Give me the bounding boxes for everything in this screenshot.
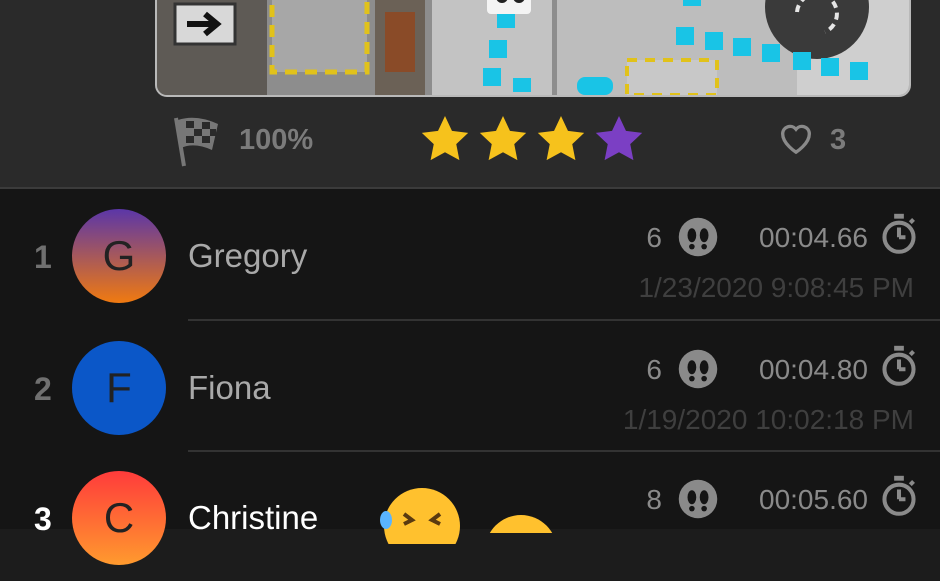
level-header: 100% 3: [0, 0, 940, 188]
avatar-initial: F: [106, 364, 132, 411]
stopwatch-icon: [882, 345, 916, 386]
stopwatch-icon: [882, 213, 916, 254]
rank-number: 3: [34, 501, 52, 537]
leaderboard-row[interactable]: 1 G Gregory 6 00:04.66 1/23/2020 9:08:45…: [0, 189, 940, 319]
record-date: 1/23/2020 9:08:45 PM: [638, 272, 914, 303]
star-icon: [479, 116, 527, 161]
footprint-icon: [678, 479, 718, 519]
completion-time: 00:04.80: [759, 354, 868, 385]
stopwatch-icon: [882, 475, 916, 516]
rank-number: 2: [34, 371, 52, 407]
rank-number: 1: [34, 239, 52, 275]
avatar[interactable]: C: [72, 471, 166, 565]
smiley-emoji-icon: [489, 515, 553, 533]
checkered-flag-icon: [174, 117, 218, 167]
laughing-emoji-icon: [380, 488, 460, 544]
record-date: 1/19/2020 10:02:18 PM: [622, 404, 914, 435]
footprint-icon: [678, 217, 718, 257]
avatar[interactable]: G: [72, 209, 166, 303]
level-stats-row: 100% 3: [0, 108, 940, 168]
completion-time: 00:05.60: [759, 484, 868, 515]
avatar-initial: G: [102, 232, 136, 279]
move-count: 8: [646, 484, 662, 515]
bonus-star-icon: [595, 116, 643, 161]
player-name: Christine: [188, 499, 319, 536]
leaderboard-row[interactable]: 3 C Christine 8 00:05.60: [0, 451, 940, 581]
avatar-initial: C: [103, 494, 135, 541]
leaderboard-list: 1 G Gregory 6 00:04.66 1/23/2020 9:08:45…: [0, 189, 940, 565]
level-preview-graphic: [157, 0, 909, 95]
move-count: 6: [646, 354, 662, 385]
player-name: Fiona: [188, 369, 271, 406]
level-preview-image[interactable]: [155, 0, 911, 97]
footprint-icon: [678, 349, 718, 389]
star-icon: [537, 116, 585, 161]
completion-time: 00:04.66: [759, 222, 868, 253]
likes-count: 3: [830, 124, 847, 156]
avatar[interactable]: F: [72, 341, 166, 435]
star-icon: [421, 116, 469, 161]
heart-icon[interactable]: [775, 118, 817, 158]
leaderboard-row[interactable]: 2 F Fiona 6 00:04.80 1/19/2020 10:02:18 …: [0, 321, 940, 451]
player-name: Gregory: [188, 237, 308, 274]
completion-percentage: 100%: [239, 124, 314, 156]
move-count: 6: [646, 222, 662, 253]
